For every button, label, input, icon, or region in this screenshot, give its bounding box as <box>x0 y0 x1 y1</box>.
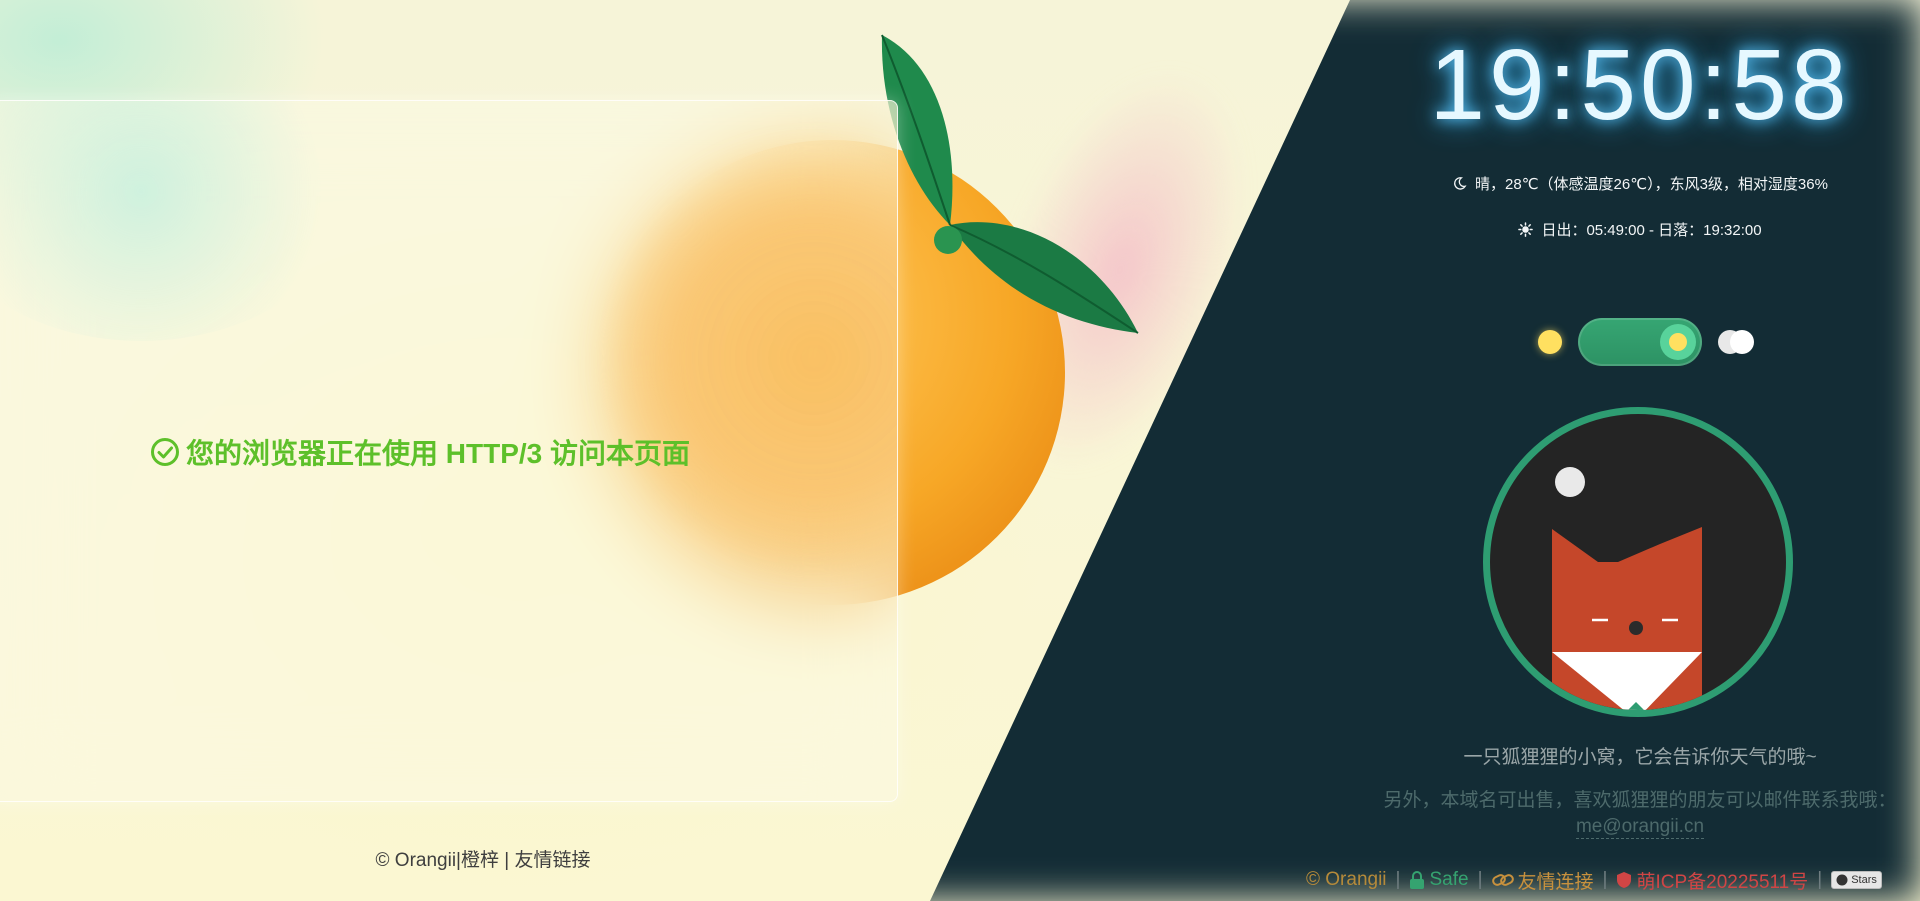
right-panel: 19:50:58 晴，28℃（体感温度26℃），东风3级，相对湿度36% 日出：… <box>1300 0 1920 901</box>
weather-info: 晴，28℃（体感温度26℃），东风3级，相对湿度36% <box>1300 173 1920 194</box>
http3-status-message: 您的浏览器正在使用 HTTP/3 访问本页面 <box>150 432 690 472</box>
theme-toggle-row <box>1538 316 1758 370</box>
footer-icp-link[interactable]: 萌ICP备20225511号 <box>1616 867 1808 894</box>
toggle-knob[interactable] <box>1660 324 1696 360</box>
sun-gear-icon <box>1518 222 1534 237</box>
footer-friends-label: 友情连接 <box>1517 871 1594 893</box>
fox-illustration <box>1552 467 1702 710</box>
theme-toggle-switch[interactable] <box>1578 318 1702 366</box>
github-stars-label: Stars <box>1851 874 1877 886</box>
check-circle-icon <box>151 438 179 466</box>
footer-separator: | <box>1395 869 1401 890</box>
github-stars-badge[interactable]: Stars <box>1831 871 1882 889</box>
site-tagline: 一只狐狸狸的小窝，它会告诉你天气的哦~ <box>1463 747 1817 768</box>
light-mode-sun-icon <box>1538 330 1562 354</box>
left-footer[interactable]: © Orangii|橙梓 | 友情链接 <box>0 845 966 872</box>
fox-avatar <box>1483 407 1793 717</box>
left-footer-text[interactable]: © Orangii|橙梓 | 友情链接 <box>376 850 591 871</box>
orange-blur-decoration <box>599 143 897 573</box>
mint-glow-decoration <box>0 101 351 341</box>
digital-clock: 19:50:58 <box>1429 29 1851 141</box>
footer-copyright-link[interactable]: © Orangii <box>1306 869 1387 891</box>
bottom-footer-bar: © Orangii | Safe | 友情连接 | 萌ICP备20225511号… <box>1306 866 1882 894</box>
moon-icon <box>1454 177 1467 190</box>
sunrise-sunset-text: 日出：05:49:00 - 日落：19:32:00 <box>1541 222 1762 239</box>
page-root: 您的浏览器正在使用 HTTP/3 访问本页面 © Orangii|橙梓 | 友情… <box>0 0 1920 901</box>
dark-mode-moon-icon <box>1718 330 1756 356</box>
footer-friends-link[interactable]: 友情连接 <box>1491 867 1594 894</box>
shield-icon <box>1617 872 1632 888</box>
sunrise-sunset-info: 日出：05:49:00 - 日落：19:32:00 <box>1300 219 1920 240</box>
lock-icon <box>1410 871 1425 889</box>
domain-sale-text: 另外，本域名可出售，喜欢狐狸狸的朋友可以邮件联系我哦： <box>1383 790 1897 811</box>
footer-safe-label: Safe <box>1429 869 1469 890</box>
footer-safe-link[interactable]: Safe <box>1409 869 1469 891</box>
http3-status-text: 您的浏览器正在使用 HTTP/3 访问本页面 <box>186 438 691 469</box>
orange-leaves-illustration <box>881 34 1139 334</box>
footer-separator: | <box>1477 869 1483 890</box>
footer-separator: | <box>1602 869 1608 890</box>
github-icon <box>1836 874 1848 886</box>
link-chain-icon <box>1491 874 1514 886</box>
domain-sale-notice: 另外，本域名可出售，喜欢狐狸狸的朋友可以邮件联系我哦： me@orangii.c… <box>1300 788 1920 840</box>
weather-text: 晴，28℃（体感温度26℃），东风3级，相对湿度36% <box>1475 176 1828 193</box>
contact-email-link[interactable]: me@orangii.cn <box>1575 816 1705 839</box>
footer-icp-label: 萌ICP备20225511号 <box>1636 871 1809 893</box>
footer-separator: | <box>1817 869 1823 890</box>
